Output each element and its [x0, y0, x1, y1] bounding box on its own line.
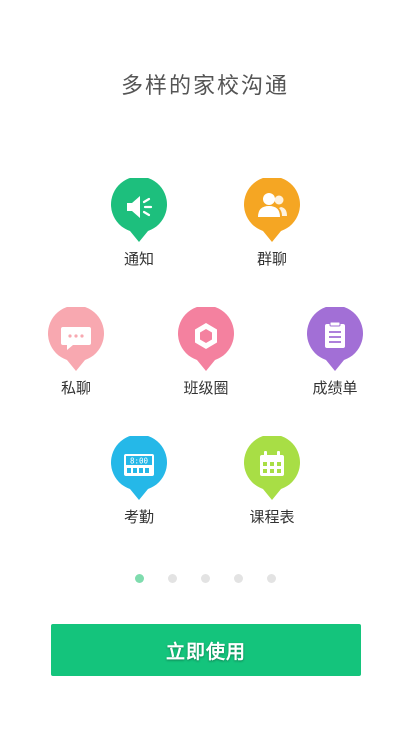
feature-label: 课程表	[249, 508, 295, 526]
page-dot[interactable]	[266, 574, 276, 583]
attendance-clock-icon: 8:00	[111, 436, 167, 500]
speaker-icon	[111, 178, 167, 242]
feature-timetable[interactable]: 课程表	[227, 436, 317, 527]
feature-group-chat[interactable]: 群聊	[227, 178, 317, 269]
page-dot-active[interactable]	[134, 574, 144, 583]
group-users-icon	[244, 178, 300, 242]
page-dot[interactable]	[167, 574, 177, 583]
page-dot[interactable]	[233, 574, 243, 583]
report-card-icon	[307, 307, 363, 371]
page-indicator	[0, 574, 410, 583]
feature-label: 班级圈	[183, 379, 229, 397]
feature-label: 私聊	[60, 379, 91, 397]
start-now-button[interactable]: 立即使用	[51, 624, 361, 676]
feature-class-circle[interactable]: 班级圈	[161, 307, 251, 398]
feature-label: 成绩单	[312, 379, 358, 397]
feature-private-chat[interactable]: 私聊	[31, 307, 121, 398]
page-dot[interactable]	[200, 574, 210, 583]
attendance-time-text: 8:00	[130, 457, 149, 466]
chat-bubble-icon	[48, 307, 104, 371]
hexagon-icon	[178, 307, 234, 371]
feature-label: 考勤	[123, 508, 154, 526]
feature-report-card[interactable]: 成绩单	[290, 307, 380, 398]
feature-label: 群聊	[256, 250, 287, 268]
feature-attendance[interactable]: 8:00 考勤	[94, 436, 184, 527]
feature-label: 通知	[123, 250, 154, 268]
page-title: 多样的家校沟通	[120, 74, 289, 99]
calendar-icon	[244, 436, 300, 500]
feature-notice[interactable]: 通知	[94, 178, 184, 269]
